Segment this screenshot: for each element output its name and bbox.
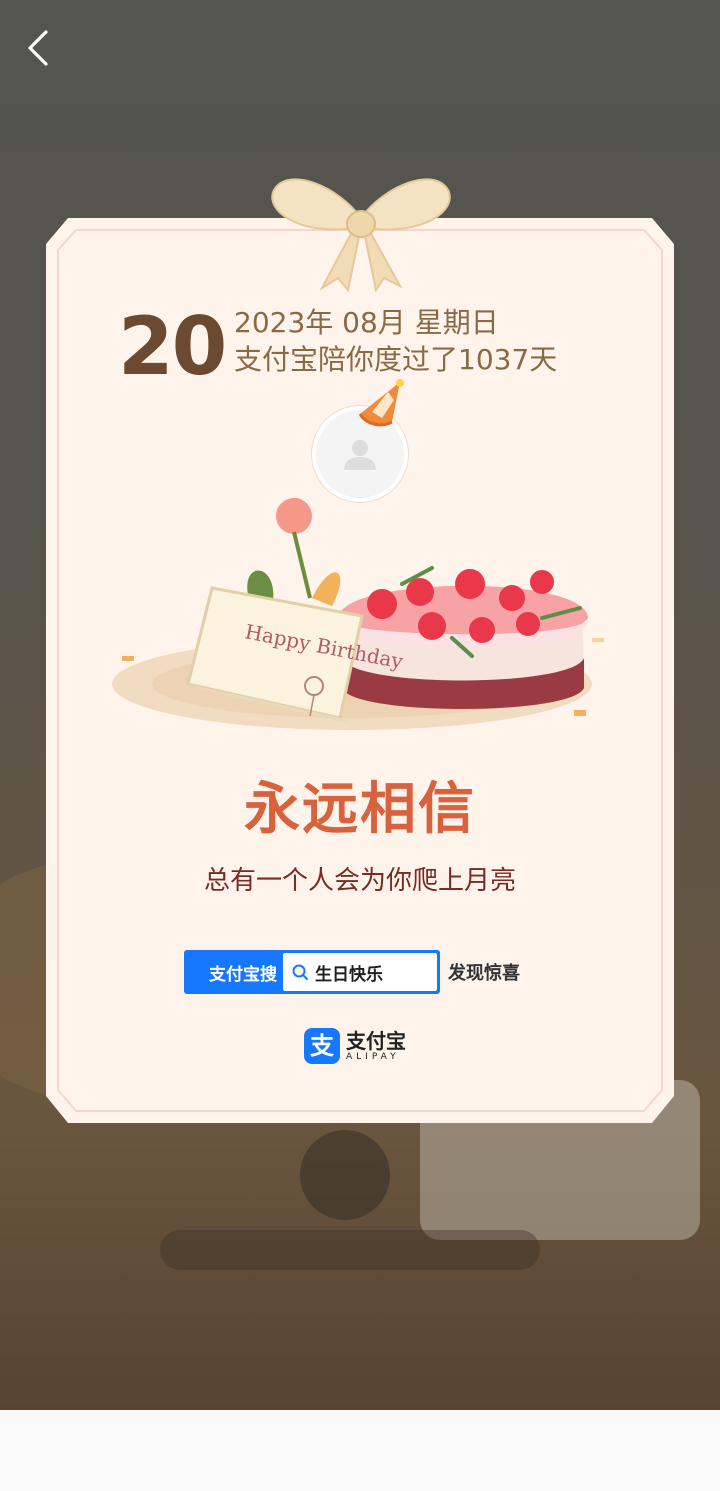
alipay-logo-icon: 支 [304, 1028, 340, 1064]
subline: 总有一个人会为你爬上月亮 [203, 866, 516, 896]
bow-icon [271, 178, 451, 292]
birthday-cake-illustration: Happy Birthday [112, 498, 604, 730]
alipay-logo: 支 支付宝 ALIPAY [304, 1028, 406, 1064]
day-number: 20 [118, 300, 227, 393]
bottom-bar [0, 1410, 720, 1491]
chevron-left-icon [28, 30, 48, 66]
alipay-mark-glyph: 支 [310, 1032, 334, 1060]
party-hat-icon [358, 379, 404, 427]
search-field[interactable]: 生日快乐 [283, 953, 437, 991]
search-label: 支付宝搜 [209, 964, 277, 985]
search-icon [292, 964, 308, 980]
discover-text: 发现惊喜 [448, 963, 520, 984]
user-icon [344, 440, 376, 470]
date-line: 2023年 08月 星期日 [234, 306, 499, 339]
companion-days-line: 支付宝陪你度过了1037天 [234, 343, 558, 376]
search-promo: 支付宝搜 生日快乐 发现惊喜 [184, 950, 520, 994]
back-button[interactable] [20, 28, 60, 68]
alipay-name-en: ALIPAY [346, 1052, 400, 1062]
headline: 永远相信 [244, 776, 476, 842]
birthday-card: 20 2023年 08月 星期日 支付宝陪你度过了1037天 Happy Bir… [46, 178, 674, 1123]
search-box[interactable]: 支付宝搜 生日快乐 [184, 950, 440, 994]
alipay-name-cn: 支付宝 [346, 1029, 406, 1053]
search-query: 生日快乐 [315, 964, 383, 985]
